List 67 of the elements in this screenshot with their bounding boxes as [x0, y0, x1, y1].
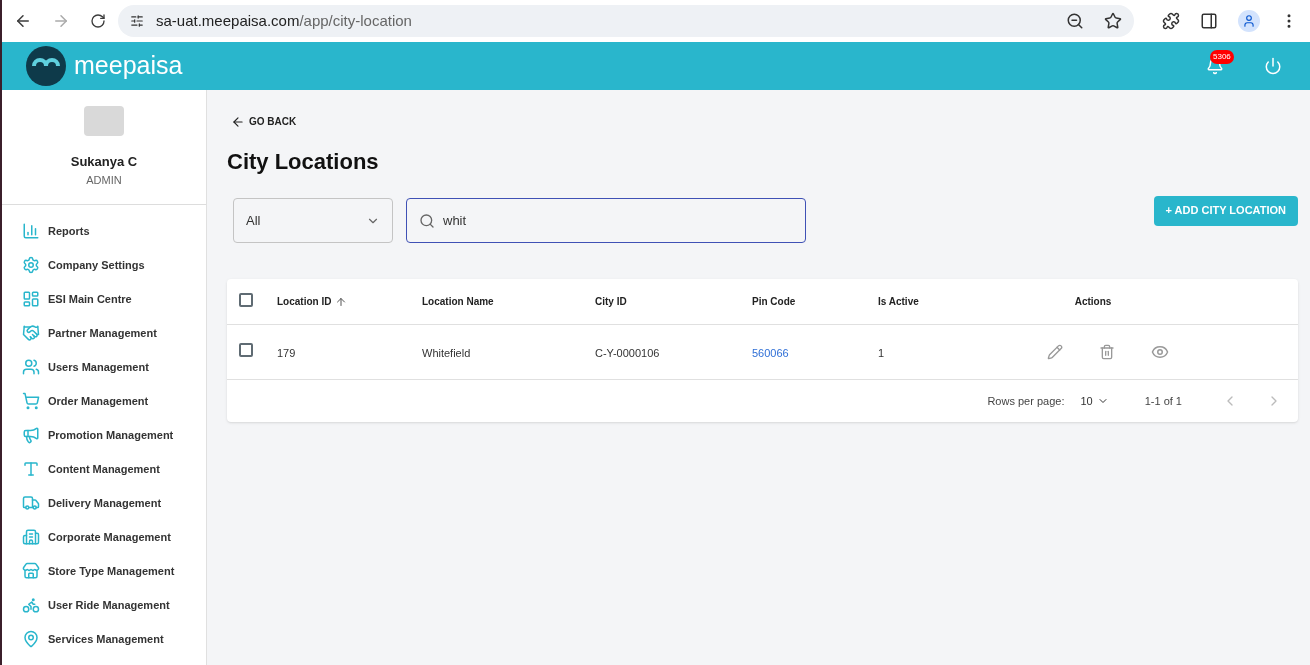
logo-text: meepaisa	[74, 50, 183, 82]
megaphone-icon	[22, 426, 40, 444]
zoom-icon[interactable]	[1066, 12, 1084, 30]
bar-chart-icon	[22, 222, 40, 240]
sidebar-item[interactable]: Delivery Management	[22, 493, 206, 513]
sidebar-item[interactable]: Reports	[22, 221, 206, 241]
table-cell: 1	[878, 347, 885, 359]
bookmark-star-icon[interactable]	[1104, 12, 1122, 30]
url-text: sa-uat.meepaisa.com/app/city-location	[156, 10, 412, 31]
rows-per-page-select[interactable]: 10	[1080, 392, 1109, 410]
sidebar-item[interactable]: Store Type Management	[22, 561, 206, 581]
photo-placeholder	[84, 106, 124, 136]
edit-icon[interactable]	[1047, 344, 1063, 360]
page-title: City Locations	[227, 148, 380, 176]
pagination-range: 1-1 of 1	[1144, 393, 1182, 409]
sidebar-item[interactable]: Content Management	[22, 459, 206, 479]
column-header: Is Active	[878, 295, 919, 309]
column-header: Location ID	[277, 295, 332, 309]
sidebar-item[interactable]: ESI Main Centre	[22, 289, 206, 309]
truck-icon	[22, 494, 40, 512]
logo-icon	[26, 46, 66, 86]
rows-per-page-label: Rows per page:	[987, 393, 1065, 409]
column-header: Actions	[1074, 295, 1112, 309]
sidebar-item[interactable]: Services Management	[22, 629, 206, 649]
sidebar-item[interactable]: Order Management	[22, 391, 206, 411]
sidebar-item[interactable]: Users Management	[22, 357, 206, 377]
arrow-left-icon	[231, 114, 245, 129]
notification-badge: 5306	[1210, 50, 1234, 64]
side-panel-icon[interactable]	[1200, 12, 1218, 30]
users-icon	[22, 358, 40, 376]
handshake-icon	[22, 324, 40, 342]
search-icon	[419, 212, 435, 229]
column-header: Pin Code	[752, 295, 796, 309]
sidebar-item[interactable]: User Ride Management	[22, 595, 206, 615]
sidebar-item[interactable]: Promotion Management	[22, 425, 206, 445]
address-bar[interactable]: sa-uat.meepaisa.com/app/city-location	[118, 5, 1134, 37]
text-icon	[22, 460, 40, 478]
column-header: City ID	[595, 295, 627, 309]
profile-avatar[interactable]	[1238, 10, 1260, 32]
go-back-link[interactable]: GO BACK	[231, 114, 297, 129]
extensions-icon[interactable]	[1162, 12, 1180, 30]
profile-name: Sukanya C	[70, 153, 138, 171]
column-header: Location Name	[422, 295, 494, 309]
building-icon	[22, 528, 40, 546]
sidebar-item[interactable]: Company Settings	[22, 255, 206, 275]
gear-icon	[22, 256, 40, 274]
profile-role: ADMIN	[86, 172, 122, 188]
back-icon[interactable]	[14, 12, 32, 30]
table-cell: 179	[277, 347, 296, 359]
table-cell: C-Y-0000106	[595, 347, 660, 359]
cart-icon	[22, 392, 40, 410]
row-checkbox[interactable]	[239, 343, 253, 357]
table-cell: Whitefield	[422, 347, 471, 359]
reload-icon[interactable]	[90, 13, 106, 29]
select-all-checkbox[interactable]	[239, 292, 253, 307]
table-cell[interactable]: 560066	[752, 347, 789, 359]
view-icon[interactable]	[1151, 343, 1169, 361]
filter-select[interactable]: All	[233, 198, 393, 243]
delete-icon[interactable]	[1099, 344, 1115, 360]
store-icon	[22, 562, 40, 580]
dashboard-icon	[22, 290, 40, 308]
search-field[interactable]: whit	[406, 198, 806, 243]
pin-icon	[22, 630, 40, 648]
sidebar-item[interactable]: Corporate Management	[22, 527, 206, 547]
sidebar-item[interactable]: Partner Management	[22, 323, 206, 343]
site-settings-icon[interactable]	[130, 14, 144, 28]
sort-arrow-icon[interactable]	[335, 295, 348, 308]
